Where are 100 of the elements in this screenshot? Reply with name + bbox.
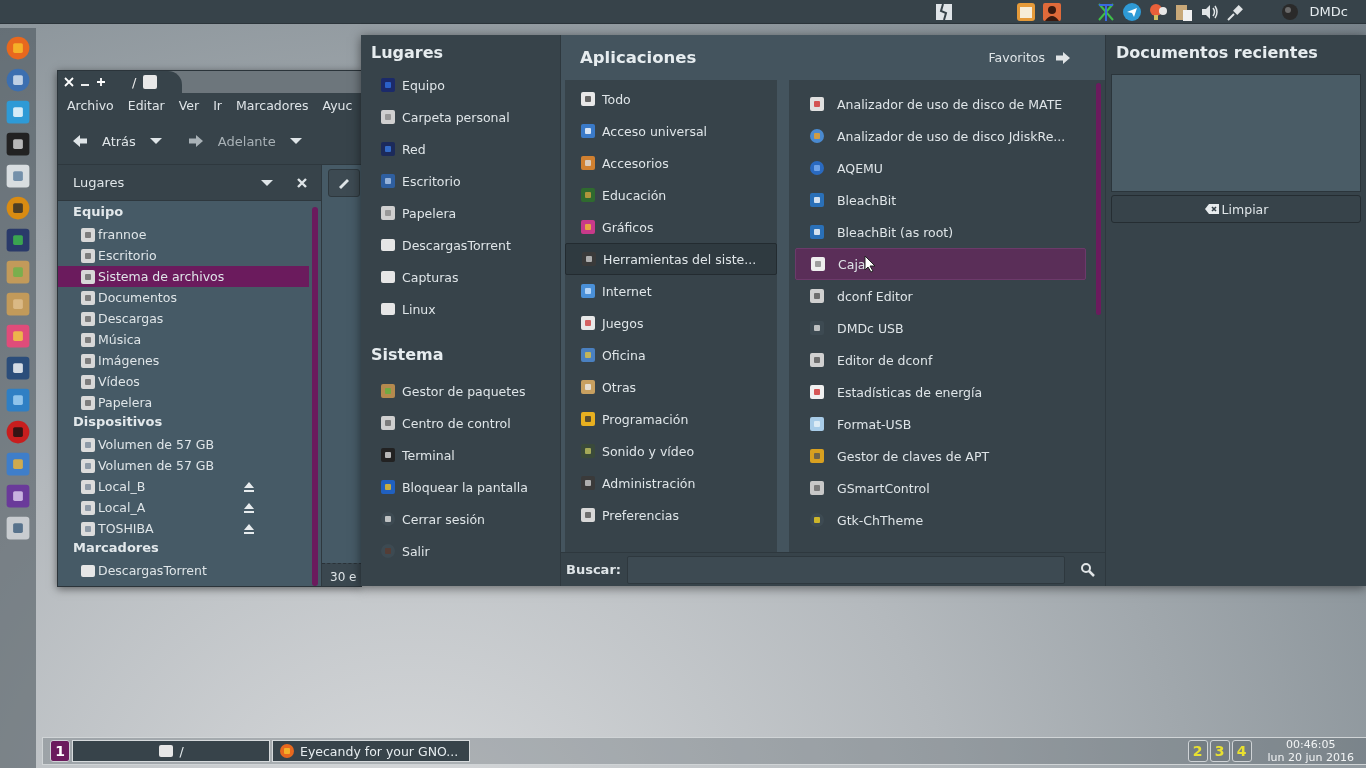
caret-icon xyxy=(289,137,302,145)
category-item[interactable]: Administración xyxy=(565,467,777,499)
app-item[interactable]: GSmartControl xyxy=(795,472,1086,504)
menu-item[interactable]: Centro de control xyxy=(371,407,560,439)
sidebar-item[interactable]: Música xyxy=(58,329,309,350)
category-item[interactable]: Sonido y vídeo xyxy=(565,435,777,467)
app-item[interactable]: Analizador de uso de disco JdiskRe... xyxy=(795,120,1086,152)
workspace-button[interactable]: 1 xyxy=(50,740,70,762)
menu-item[interactable]: Bloquear la pantalla xyxy=(371,471,560,503)
close-icon[interactable] xyxy=(297,177,307,188)
forward-arrow-icon xyxy=(187,133,204,149)
app-item[interactable]: Editor de dconf xyxy=(795,344,1086,376)
menu-item[interactable]: Ir xyxy=(213,98,222,113)
category-item[interactable]: Educación xyxy=(565,179,777,211)
sidebar-item[interactable]: Escritorio xyxy=(58,245,309,266)
menu-item[interactable]: Escritorio xyxy=(371,165,560,197)
app-item[interactable]: dconf Editor xyxy=(795,280,1086,312)
category-item[interactable]: Todo xyxy=(565,83,777,115)
app-item[interactable]: Analizador de uso de disco de MATE xyxy=(795,88,1086,120)
app-item[interactable]: DMDc USB xyxy=(795,312,1086,344)
app-item[interactable]: Estadísticas de energía xyxy=(795,376,1086,408)
arrow-icon xyxy=(1055,49,1071,66)
eject-icon[interactable] xyxy=(243,501,255,514)
clock-date: lun 20 jun 2016 xyxy=(1267,751,1354,764)
sidebar-item[interactable]: Papelera xyxy=(58,392,309,413)
backspace-icon xyxy=(1203,201,1220,217)
category-item[interactable]: Herramientas del siste... xyxy=(565,243,777,275)
eject-icon[interactable] xyxy=(243,480,255,493)
task-button[interactable]: Eyecandy for your GNO... xyxy=(272,740,470,762)
sidebar-item[interactable]: Local_A xyxy=(58,497,309,518)
section-heading: Dispositivos xyxy=(72,413,164,431)
category-item[interactable]: Juegos xyxy=(565,307,777,339)
section-heading: Documentos recientes xyxy=(1115,43,1319,64)
app-item[interactable]: BleachBit (as root) xyxy=(795,216,1086,248)
menu-item[interactable]: Equipo xyxy=(371,69,560,101)
menu-item[interactable]: Editar xyxy=(127,98,165,113)
status-text: 30 e xyxy=(330,570,357,584)
scrollbar-thumb[interactable] xyxy=(1096,83,1101,315)
category-item[interactable]: Oficina xyxy=(565,339,777,371)
maximize-icon[interactable] xyxy=(96,77,106,87)
category-item[interactable]: Accesorios xyxy=(565,147,777,179)
back-button[interactable]: Atrás xyxy=(68,133,140,149)
app-item[interactable]: AQEMU xyxy=(795,152,1086,184)
user-name[interactable]: DMDc xyxy=(1309,4,1348,19)
category-item[interactable]: Programación xyxy=(565,403,777,435)
category-item[interactable]: Internet xyxy=(565,275,777,307)
sidebar-item[interactable]: Documentos xyxy=(58,287,309,308)
sidebar-item[interactable]: Volumen de 57 GB xyxy=(58,455,309,476)
menu-item[interactable]: Ver xyxy=(178,98,200,113)
section-heading: Marcadores xyxy=(72,539,160,557)
broken-image-icon[interactable] xyxy=(933,1,954,22)
sidebar-item[interactable]: frannoe xyxy=(58,224,309,245)
sidebar-item[interactable]: TOSHIBA xyxy=(58,518,309,539)
category-item[interactable]: Gráficos xyxy=(565,211,777,243)
edit-button[interactable] xyxy=(328,169,360,197)
person-icon[interactable] xyxy=(1041,1,1062,22)
menu-item[interactable]: Papelera xyxy=(371,197,560,229)
sidebar-item[interactable]: Vídeos xyxy=(58,371,309,392)
app-item[interactable]: Gtk-ChTheme xyxy=(795,504,1086,536)
menu-item[interactable]: Cerrar sesión xyxy=(371,503,560,535)
sidebar-item[interactable]: Volumen de 57 GB xyxy=(58,434,309,455)
section-heading: Aplicaciones xyxy=(580,48,698,67)
menu-item[interactable]: Carpeta personal xyxy=(371,101,560,133)
clear-button[interactable]: Limpiar xyxy=(1111,195,1361,223)
caret-icon[interactable] xyxy=(261,178,273,187)
back-arrow-icon xyxy=(72,133,88,149)
sidebar-item[interactable]: Descargas xyxy=(58,308,309,329)
menu-item[interactable]: Capturas xyxy=(371,261,560,293)
category-item[interactable]: Preferencias xyxy=(565,499,777,531)
category-item[interactable]: Acceso universal xyxy=(565,115,777,147)
task-button[interactable]: / xyxy=(72,740,270,762)
eject-icon[interactable] xyxy=(243,522,255,535)
menu-item[interactable]: DescargasTorrent xyxy=(371,229,560,261)
menu-item[interactable]: Marcadores xyxy=(236,98,309,113)
menu-item[interactable]: Red xyxy=(371,133,560,165)
bulb-icon[interactable] xyxy=(1147,1,1168,22)
menu-item[interactable]: Gestor de paquetes xyxy=(371,375,560,407)
forward-button[interactable]: Adelante xyxy=(183,133,280,149)
scrollbar-thumb[interactable] xyxy=(312,207,318,586)
menu-item[interactable]: Terminal xyxy=(371,439,560,471)
category-item[interactable]: Otras xyxy=(565,371,777,403)
avatar-icon[interactable] xyxy=(1279,1,1300,22)
menu-item[interactable]: Linux xyxy=(371,293,560,325)
search-label: Buscar: xyxy=(566,562,621,577)
favorites-button[interactable]: Favoritos xyxy=(982,48,1077,67)
app-item[interactable]: Format-USB xyxy=(795,408,1086,440)
sidebar-item[interactable]: Imágenes xyxy=(58,350,309,371)
sidebar-title: Lugares xyxy=(73,175,126,190)
sidebar-item[interactable]: Sistema de archivos xyxy=(58,266,309,287)
menu-item[interactable]: Archivo xyxy=(67,98,114,113)
menu-item[interactable]: Ayuc xyxy=(322,98,353,113)
app-item[interactable]: Caja xyxy=(795,248,1086,280)
menu-item[interactable]: Salir xyxy=(371,535,560,567)
sidebar-item[interactable]: DescargasTorrent xyxy=(58,560,309,581)
clock-time: 00:46:05 xyxy=(1286,738,1336,751)
app-item[interactable]: BleachBit xyxy=(795,184,1086,216)
app-item[interactable]: Gestor de claves de APT xyxy=(795,440,1086,472)
sidebar-item[interactable]: Local_B xyxy=(58,476,309,497)
note-icon[interactable] xyxy=(1015,1,1036,22)
caret-icon xyxy=(149,137,162,145)
